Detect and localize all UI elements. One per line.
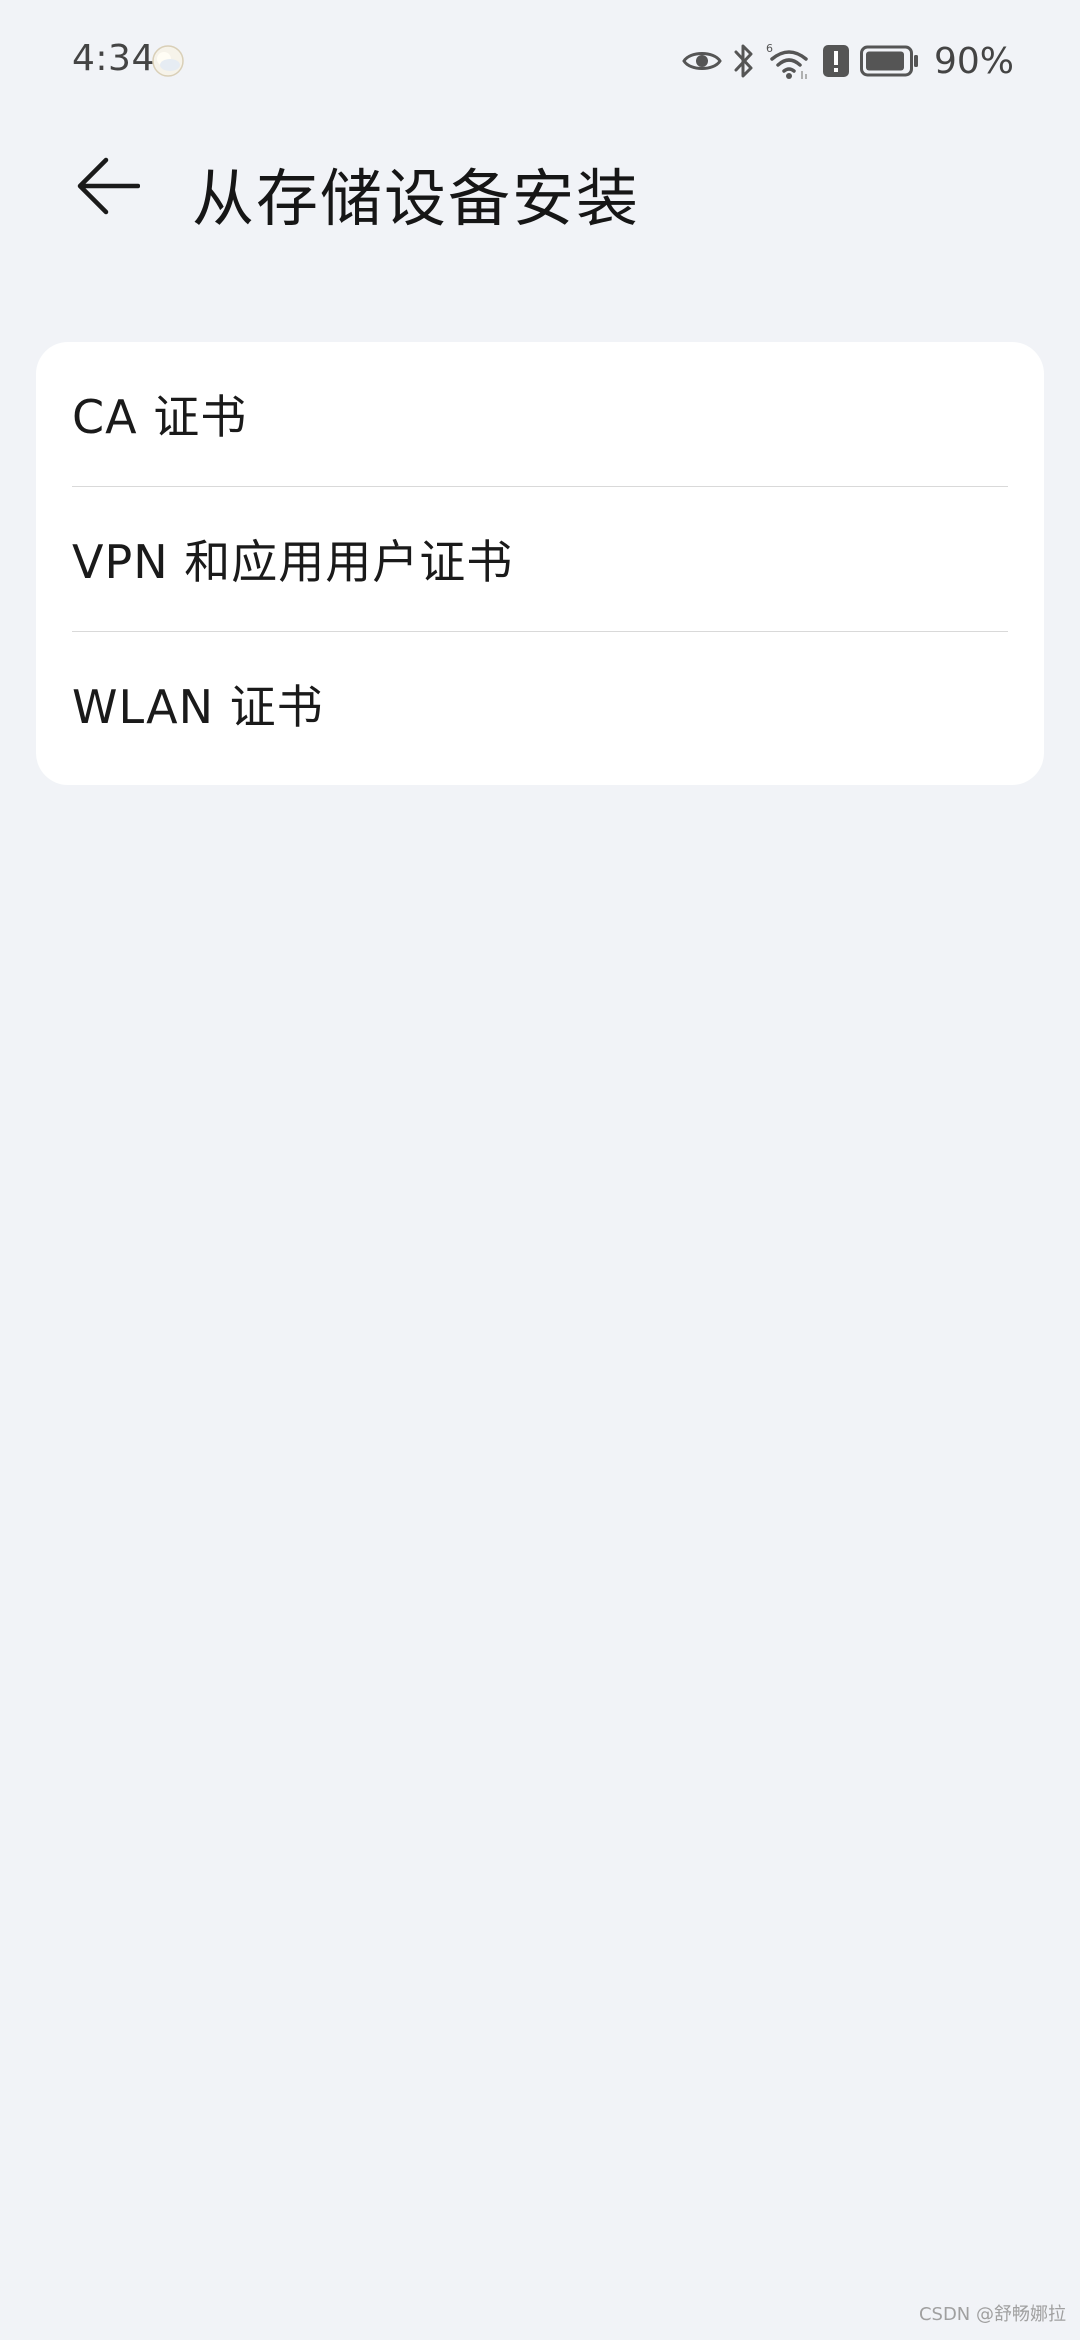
header: 从存储设备安装 <box>0 130 1080 242</box>
alert-icon <box>822 45 849 77</box>
wifi-6-icon: 6 <box>766 42 808 79</box>
eye-icon <box>682 52 722 70</box>
status-time: 4:34 <box>72 38 155 79</box>
list-item-label: VPN 和应用用户证书 <box>72 535 514 589</box>
certificate-list: CA 证书 VPN 和应用用户证书 WLAN 证书 <box>36 342 1044 785</box>
status-icons: 6 90% <box>682 38 1014 84</box>
watermark: CSDN @舒畅娜拉 <box>918 2304 1066 2325</box>
page-title: 从存储设备安装 <box>192 162 641 235</box>
svg-text:6: 6 <box>766 42 773 55</box>
list-item-wlan-certificate[interactable]: WLAN 证书 <box>72 631 1008 776</box>
weather-icon <box>152 45 184 77</box>
list-item-ca-certificate[interactable]: CA 证书 <box>36 342 1044 486</box>
back-button[interactable] <box>66 150 150 222</box>
status-bar: 4:34 6 90% <box>0 0 1080 120</box>
arrow-left-icon <box>77 157 140 215</box>
list-item-label: WLAN 证书 <box>72 680 324 734</box>
bluetooth-icon <box>734 44 753 78</box>
list-item-vpn-app-user-certificate[interactable]: VPN 和应用用户证书 <box>72 486 1008 631</box>
battery-icon <box>859 45 918 77</box>
battery-percent: 90% <box>933 40 1014 82</box>
list-item-label: CA 证书 <box>72 390 248 444</box>
